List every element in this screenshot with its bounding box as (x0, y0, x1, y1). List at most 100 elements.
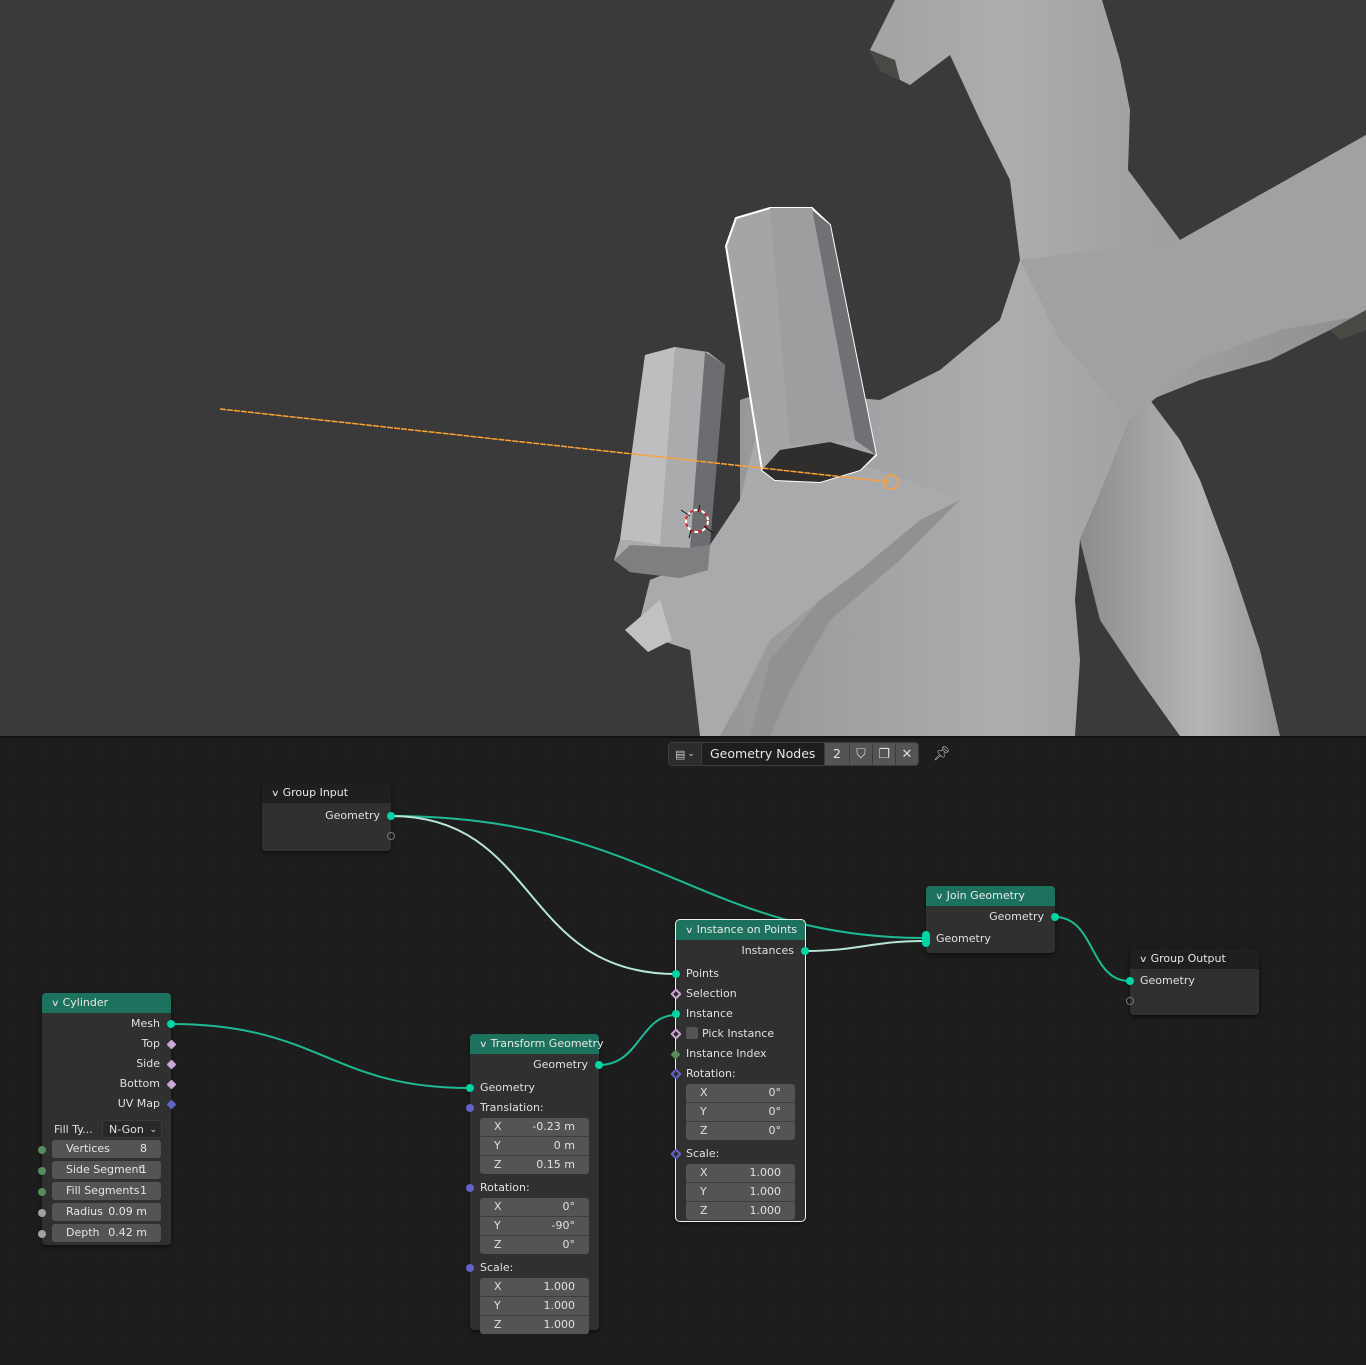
axis-label: Z (700, 1124, 708, 1137)
duplicate-icon: ❐ (878, 746, 890, 762)
link-transform-instanceonpoints[interactable] (598, 1014, 677, 1066)
collapse-chevron-icon[interactable]: ∨ (1139, 950, 1148, 970)
axis-value: -90° (551, 1219, 575, 1232)
extend-socket[interactable] (1126, 997, 1134, 1005)
depth-field[interactable]: Depth 0.42 m (52, 1224, 161, 1242)
collapse-chevron-icon[interactable]: ∨ (935, 887, 944, 907)
geometry-socket[interactable] (672, 970, 680, 978)
rotation-x-field[interactable]: X 0° (480, 1198, 589, 1217)
chevron-down-icon: ⌄ (149, 1125, 157, 1135)
socket-label: Selection (686, 987, 737, 1000)
geometry-socket[interactable] (595, 1061, 603, 1069)
scale-y-field[interactable]: Y 1.000 (686, 1183, 795, 1202)
output-bottom: Bottom (42, 1074, 177, 1094)
node-group-output[interactable]: ∨ Group Output Geometry (1126, 949, 1259, 1015)
fill-segments-field[interactable]: Fill Segments 1 (52, 1182, 161, 1200)
input-geometry: Geometry (922, 929, 1055, 949)
fill-type-dropdown[interactable]: N-Gon ⌄ (102, 1120, 162, 1138)
axis-value: 1.000 (749, 1185, 782, 1198)
output-top: Top (42, 1034, 177, 1054)
translation-x-field[interactable]: X -0.23 m (480, 1118, 589, 1137)
collapse-chevron-icon[interactable]: ∨ (51, 994, 60, 1014)
node-header[interactable]: ∨ Group Input (262, 783, 391, 803)
geometry-socket[interactable] (466, 1084, 474, 1092)
input-translation: Translation: (466, 1098, 599, 1118)
scale-z-field[interactable]: Z 1.000 (686, 1202, 795, 1220)
rotation-vector: X 0° Y -90° Z 0° (480, 1198, 589, 1254)
input-instance-index: Instance Index (670, 1044, 805, 1064)
collapse-chevron-icon[interactable]: ∨ (685, 921, 694, 941)
node-header[interactable]: ∨ Join Geometry (926, 886, 1055, 906)
socket-label: Rotation: (686, 1067, 736, 1080)
rotation-y-field[interactable]: Y 0° (686, 1103, 795, 1122)
geometry-socket[interactable] (387, 812, 395, 820)
rotation-y-field[interactable]: Y -90° (480, 1217, 589, 1236)
collapse-chevron-icon[interactable]: ∨ (271, 784, 280, 804)
link-cylinder-transform[interactable] (170, 1023, 470, 1089)
vector-socket[interactable] (466, 1104, 474, 1112)
translation-y-field[interactable]: Y 0 m (480, 1137, 589, 1156)
extend-socket[interactable] (387, 832, 395, 840)
field-value: 1 (140, 1163, 147, 1176)
float-socket[interactable] (38, 1230, 46, 1238)
vector-socket[interactable] (466, 1184, 474, 1192)
node-tree-selector[interactable]: ▤ ⌄ Geometry Nodes 2 ⛉ ❐ ✕ (668, 742, 919, 766)
pin-button[interactable]: 📌︎ (932, 744, 952, 764)
field-value: 8 (140, 1142, 147, 1155)
node-editor[interactable]: ▤ ⌄ Geometry Nodes 2 ⛉ ❐ ✕ 📌︎ ∨ Group Inpu… (0, 738, 1366, 1365)
browse-node-tree-button[interactable]: ▤ ⌄ (669, 743, 702, 765)
int-socket[interactable] (38, 1188, 46, 1196)
rotation-z-field[interactable]: Z 0° (686, 1122, 795, 1140)
pick-instance-checkbox[interactable] (686, 1027, 698, 1039)
vector-socket[interactable] (466, 1264, 474, 1272)
axis-value: 0.15 m (536, 1158, 575, 1171)
geometry-socket[interactable] (167, 1020, 175, 1028)
node-group-input[interactable]: ∨ Group Input Geometry (262, 783, 395, 851)
node-header[interactable]: ∨ Cylinder (42, 993, 171, 1013)
fake-user-button[interactable]: ⛉ (849, 743, 872, 765)
link-instances-join[interactable] (804, 940, 926, 952)
socket-label: Scale: (480, 1261, 514, 1274)
input-extend (1126, 991, 1259, 1011)
rotation-z-field[interactable]: Z 0° (480, 1236, 589, 1254)
axis-value: 0° (768, 1086, 782, 1099)
node-join-geometry[interactable]: ∨ Join Geometry Geometry Geometry (922, 886, 1059, 953)
vertices-field[interactable]: Vertices 8 (52, 1140, 161, 1158)
input-fill-segments: Fill Segments 1 (38, 1182, 171, 1202)
scale-x-field[interactable]: X 1.000 (686, 1164, 795, 1183)
node-header[interactable]: ∨ Group Output (1130, 949, 1259, 969)
geometry-socket[interactable] (1126, 977, 1134, 985)
link-groupinput-join[interactable] (390, 815, 926, 939)
node-transform-geometry[interactable]: ∨ Transform Geometry Geometry Geometry Tr… (466, 1034, 604, 1334)
socket-label: UV Map (117, 1097, 160, 1110)
collapse-chevron-icon[interactable]: ∨ (479, 1035, 488, 1055)
geometry-socket[interactable] (672, 1010, 680, 1018)
scale-z-field[interactable]: Z 1.000 (480, 1316, 589, 1334)
node-cylinder[interactable]: ∨ Cylinder Mesh Top Side Bottom UV Map Fi… (38, 993, 177, 1245)
node-tree-name-field[interactable]: Geometry Nodes (702, 743, 824, 765)
rotation-x-field[interactable]: X 0° (686, 1084, 795, 1103)
user-count-button[interactable]: 2 (824, 743, 849, 765)
int-socket[interactable] (38, 1146, 46, 1154)
node-instance-on-points[interactable]: ∨ Instance on Points Instances Points Sel… (670, 919, 809, 1222)
side-segments-field[interactable]: Side Segment 1 (52, 1161, 161, 1179)
node-header[interactable]: ∨ Instance on Points (676, 920, 805, 940)
axis-label: Z (700, 1204, 708, 1217)
multi-input-geometry-socket[interactable] (922, 931, 930, 947)
int-socket[interactable] (38, 1167, 46, 1175)
node-title: Transform Geometry (490, 1037, 604, 1050)
node-header[interactable]: ∨ Transform Geometry (470, 1034, 604, 1055)
scale-x-field[interactable]: X 1.000 (480, 1278, 589, 1297)
scale-y-field[interactable]: Y 1.000 (480, 1297, 589, 1316)
creature-mesh[interactable] (625, 0, 1366, 736)
link-join-groupoutput[interactable] (1054, 916, 1130, 982)
3d-viewport[interactable] (0, 0, 1366, 736)
radius-field[interactable]: Radius 0.09 m (52, 1203, 161, 1221)
geometry-socket[interactable] (801, 947, 809, 955)
translation-z-field[interactable]: Z 0.15 m (480, 1156, 589, 1174)
geometry-socket[interactable] (1051, 913, 1059, 921)
float-socket[interactable] (38, 1209, 46, 1217)
link-groupinput-instanceonpoints[interactable] (390, 815, 677, 975)
unlink-button[interactable]: ✕ (895, 743, 918, 765)
duplicate-button[interactable]: ❐ (872, 743, 895, 765)
